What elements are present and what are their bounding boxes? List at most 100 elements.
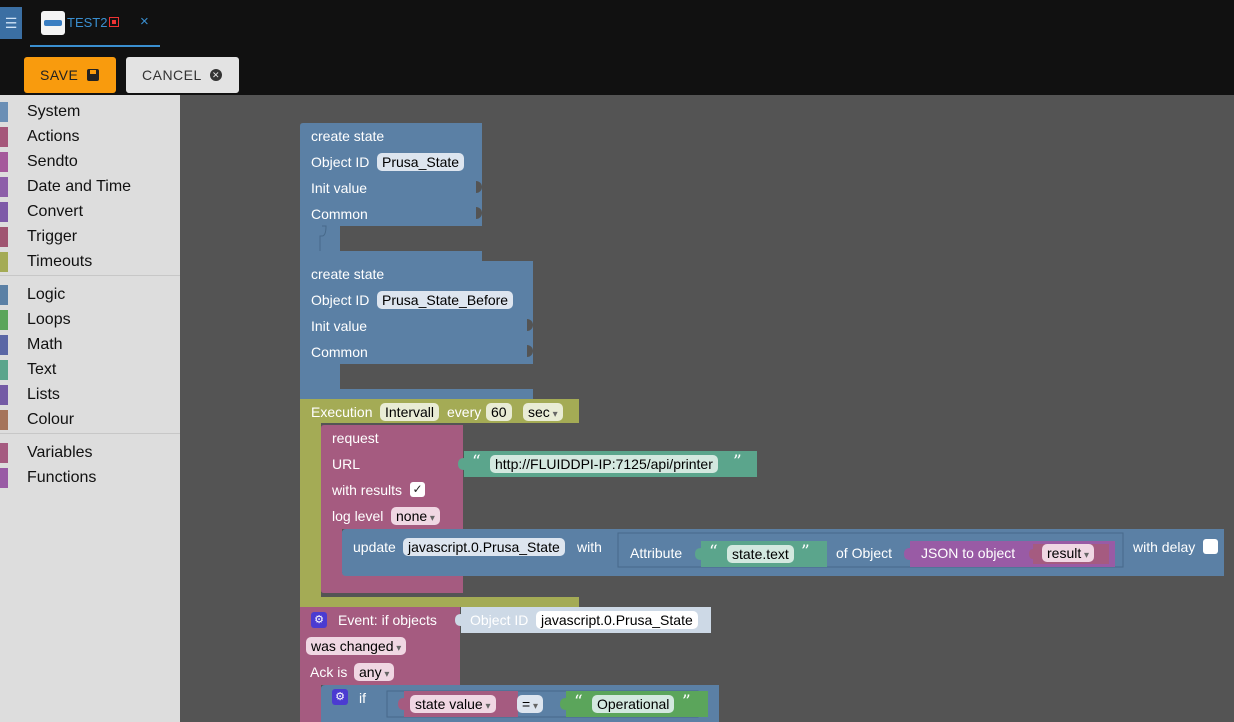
with-results-checkbox[interactable]: ✓ [410,482,425,497]
sidebar-item-label: Logic [27,286,66,303]
close-quote-icon-3: ” [682,692,691,712]
sidebar-item-colour[interactable]: Colour [0,409,180,431]
with-results-label: with results [332,482,403,498]
change-type-dropdown[interactable]: was changed [306,637,407,655]
category-color-swatch [0,177,8,197]
object-id-label-2: Object ID [311,292,370,308]
of-object-label: of Object [836,545,893,561]
category-color-swatch [0,227,8,247]
sidebar-item-label: Actions [27,128,80,145]
cancel-button[interactable]: CANCEL ✕ [126,57,239,93]
sidebar-item-math[interactable]: Math [0,334,180,356]
update-label: update [353,539,396,555]
with-delay-checkbox[interactable] [1203,539,1218,554]
with-delay-label: with delay [1133,539,1196,555]
open-quote-icon-2: “ [709,542,718,562]
tab-test2[interactable]: TEST2 × [30,0,160,47]
gear-icon[interactable]: ⚙ [311,612,327,628]
sidebar-item-logic[interactable]: Logic [0,284,180,306]
sidebar-item-label: Functions [27,469,97,486]
tab-label: TEST2 [67,15,108,30]
category-color-swatch [0,127,8,147]
sidebar-item-label: Convert [27,203,84,220]
schedule-title: Execution [311,404,373,420]
ack-label: Ack is [310,664,348,680]
save-button[interactable]: SAVE [24,57,116,93]
sidebar-item-actions[interactable]: Actions [0,126,180,148]
sidebar-item-lists[interactable]: Lists [0,384,180,406]
ack-dropdown[interactable]: any [354,663,395,681]
json-to-object-label: JSON to object [921,545,1016,561]
menu-icon[interactable]: ☰ [0,7,22,39]
sidebar-item-label: Variables [27,444,93,461]
sidebar-item-trigger[interactable]: Trigger [0,226,180,248]
attribute-label: Attribute [630,545,683,561]
sidebar-item-loops[interactable]: Loops [0,309,180,331]
category-color-swatch [0,102,8,122]
category-color-swatch [0,335,8,355]
object-id-field-2[interactable]: Prusa_State_Before [377,291,514,309]
close-tab-icon[interactable]: × [140,13,149,30]
sidebar-item-label: Sendto [27,153,78,170]
sidebar-divider [0,433,180,434]
category-color-swatch [0,360,8,380]
operator-dropdown[interactable]: = [517,695,543,713]
event-object-id-field[interactable]: javascript.0.Prusa_State [536,611,698,629]
common-label-2: Common [311,344,368,360]
sidebar-item-label: Lists [27,386,60,403]
save-button-label: SAVE [40,67,79,83]
url-field[interactable]: http://FLUIDDPI-IP:7125/api/printer [490,455,718,473]
sidebar-item-variables[interactable]: Variables [0,442,180,464]
category-color-swatch [0,202,8,222]
object-id-label-1: Object ID [311,154,370,170]
state-value-dropdown[interactable]: state value [410,695,496,713]
stop-icon[interactable] [109,17,119,27]
schedule-interval-field[interactable]: 60 [486,403,512,421]
category-color-swatch [0,285,8,305]
operational-field[interactable]: Operational [592,695,675,713]
category-color-swatch [0,252,8,272]
create-state-title-2: create state [311,266,385,282]
sidebar-item-label: System [27,103,81,120]
open-quote-icon: “ [472,452,481,472]
cancel-button-label: CANCEL [142,67,202,83]
if-gear-icon[interactable]: ⚙ [332,689,348,705]
sidebar-item-system[interactable]: System [0,101,180,123]
sidebar-divider [0,275,180,276]
sidebar-item-label: Trigger [27,228,78,245]
sidebar-item-label: Text [27,361,57,378]
top-bar: ☰ TEST2 × SAVE CANCEL ✕ [0,0,1234,95]
result-variable-dropdown[interactable]: result [1042,544,1095,562]
sidebar-item-label: Loops [27,311,71,328]
update-target-field[interactable]: javascript.0.Prusa_State [403,538,565,556]
sidebar-item-label: Date and Time [27,178,132,195]
category-color-swatch [0,310,8,330]
category-color-swatch [0,410,8,430]
category-color-swatch [0,468,8,488]
init-value-label-1: Init value [311,180,368,196]
schedule-unit-dropdown[interactable]: sec [523,403,563,421]
script-logo-icon [41,11,65,35]
if-label: if [359,690,366,706]
sidebar-item-text[interactable]: Text [0,359,180,381]
close-quote-icon-2: ” [801,542,810,562]
object-id-field-1[interactable]: Prusa_State [377,153,465,171]
attribute-field[interactable]: state.text [727,545,794,563]
sidebar-item-functions[interactable]: Functions [0,467,180,489]
sidebar-item-label: Colour [27,411,75,428]
event-object-id-label: Object ID [470,612,529,628]
category-color-swatch [0,152,8,172]
sidebar-item-sendto[interactable]: Sendto [0,151,180,173]
cancel-circle-icon: ✕ [210,69,222,81]
open-quote-icon-3: “ [574,692,583,712]
sidebar-item-convert[interactable]: Convert [0,201,180,223]
blockly-workspace[interactable]: create state Object ID Prusa_State Init … [180,95,1234,722]
block-category-sidebar: System Actions Sendto Date and Time Convert T… [0,95,180,722]
schedule-mode-field[interactable]: Intervall [380,403,440,421]
sidebar-item-timeouts[interactable]: Timeouts [0,251,180,273]
event-title: Event: if objects [338,612,437,628]
create-state-title-1: create state [311,128,385,144]
log-level-dropdown[interactable]: none [391,507,440,525]
url-label: URL [332,456,361,472]
sidebar-item-date-and-time[interactable]: Date and Time [0,176,180,198]
